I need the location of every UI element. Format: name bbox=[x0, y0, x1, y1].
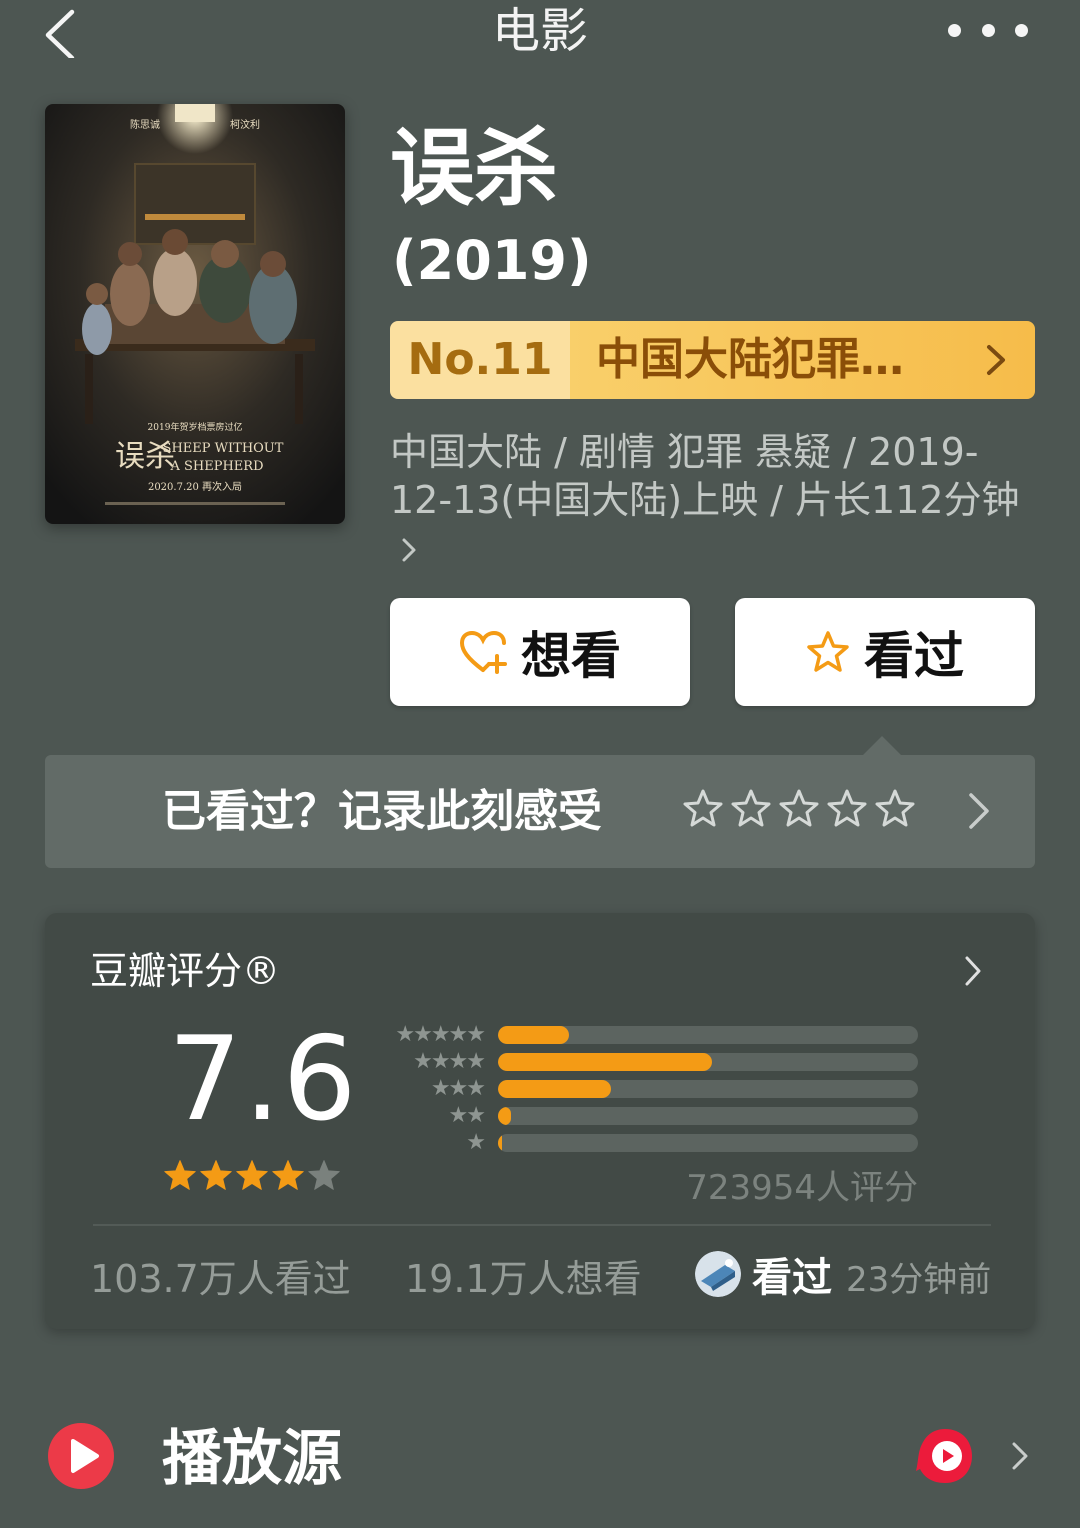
rank-category-label: 中国大陆犯罪… bbox=[596, 334, 904, 385]
play-icon bbox=[48, 1423, 114, 1489]
rate-bar-notch bbox=[862, 736, 902, 756]
star-empty-icon bbox=[308, 1160, 340, 1190]
chevron-right-icon[interactable] bbox=[1010, 1440, 1030, 1472]
rate-stars[interactable] bbox=[683, 788, 915, 828]
distribution-bar bbox=[498, 1026, 570, 1044]
poster-tagline: 2019年贺岁档票房过亿 bbox=[148, 421, 243, 433]
card-divider bbox=[93, 1224, 991, 1226]
rating-count: 723954人评分 bbox=[686, 1168, 918, 1208]
star-outline-icon bbox=[807, 631, 849, 672]
chevron-right-icon[interactable] bbox=[966, 790, 992, 832]
poster-actor-left: 陈思诚 bbox=[130, 118, 160, 131]
poster-title-en-2: A SHEPHERD bbox=[169, 459, 263, 474]
avatar[interactable] bbox=[695, 1251, 741, 1297]
distribution-track bbox=[498, 1134, 918, 1152]
movie-title: 误杀 bbox=[390, 119, 559, 217]
friend-activity-time: 23分钟前 bbox=[846, 1260, 992, 1300]
distribution-track bbox=[498, 1026, 918, 1044]
heart-plus-icon bbox=[459, 630, 507, 674]
rank-badge[interactable]: No.11 中国大陆犯罪… bbox=[390, 321, 1035, 399]
movie-meta[interactable]: 中国大陆 / 剧情 犯罪 悬疑 / 2019-12-13(中国大陆)上映 / 片… bbox=[390, 428, 1040, 572]
watched-button[interactable]: 看过 bbox=[735, 598, 1035, 706]
poster-title-en-1: SHEEP WITHOUT bbox=[163, 441, 284, 456]
video-app-logo-icon[interactable] bbox=[914, 1425, 976, 1487]
distribution-bar bbox=[498, 1107, 511, 1125]
distribution-star-label: ★ bbox=[466, 1130, 486, 1155]
distribution-track bbox=[498, 1053, 918, 1071]
chevron-right-icon bbox=[987, 345, 1005, 375]
more-options-icon[interactable] bbox=[948, 20, 1028, 40]
wish-count[interactable]: 19.1万人想看 bbox=[405, 1254, 642, 1304]
watched-label: 看过 bbox=[864, 627, 964, 685]
score-stars bbox=[163, 1158, 341, 1192]
poster-actor-right: 柯汶利 bbox=[230, 118, 260, 131]
rate-star-icon[interactable] bbox=[875, 788, 915, 828]
rate-prompt-text: 已看过？记录此刻感受 bbox=[162, 786, 602, 837]
distribution-track bbox=[498, 1080, 918, 1098]
movie-meta-text: 中国大陆 / 剧情 犯罪 悬疑 / 2019-12-13(中国大陆)上映 / 片… bbox=[390, 430, 1020, 522]
rank-number: No.11 bbox=[390, 321, 570, 399]
friend-activity-action: 看过 bbox=[752, 1255, 832, 1301]
distribution-bar bbox=[498, 1053, 713, 1071]
rate-star-icon[interactable] bbox=[779, 788, 819, 828]
distribution-track bbox=[498, 1107, 918, 1125]
distribution-star-label: ★★★ bbox=[430, 1076, 486, 1101]
douban-score-value: 7.6 bbox=[168, 1012, 359, 1147]
rank-category: 中国大陆犯罪… bbox=[570, 321, 1035, 399]
star-filled-icon bbox=[200, 1160, 232, 1190]
rate-star-icon[interactable] bbox=[683, 788, 723, 828]
douban-score-label: 豆瓣评分® bbox=[90, 949, 281, 993]
movie-year: (2019) bbox=[392, 229, 592, 292]
watched-count[interactable]: 103.7万人看过 bbox=[90, 1254, 351, 1304]
distribution-star-label: ★★ bbox=[448, 1103, 486, 1128]
poster-date: 2020.7.20 再次入局 bbox=[148, 480, 242, 493]
page-title: 电影 bbox=[491, 3, 588, 59]
distribution-bar bbox=[498, 1080, 612, 1098]
rate-star-icon[interactable] bbox=[827, 788, 867, 828]
star-filled-icon bbox=[272, 1160, 304, 1190]
movie-poster[interactable]: 陈思诚 柯汶利 2019年贺岁档票房过亿 误杀 SHEEP WITHOUT A … bbox=[45, 104, 345, 524]
star-filled-icon bbox=[236, 1160, 268, 1190]
chevron-right-icon[interactable] bbox=[962, 954, 984, 988]
rate-star-icon[interactable] bbox=[731, 788, 771, 828]
star-filled-icon bbox=[164, 1160, 196, 1190]
want-to-watch-label: 想看 bbox=[521, 627, 621, 685]
play-sources-title: 播放源 bbox=[162, 1424, 342, 1494]
distribution-star-label: ★★★★ bbox=[413, 1049, 486, 1074]
distribution-star-label: ★★★★★ bbox=[395, 1022, 486, 1047]
want-to-watch-button[interactable]: 想看 bbox=[390, 598, 690, 706]
chevron-right-icon bbox=[402, 538, 416, 562]
